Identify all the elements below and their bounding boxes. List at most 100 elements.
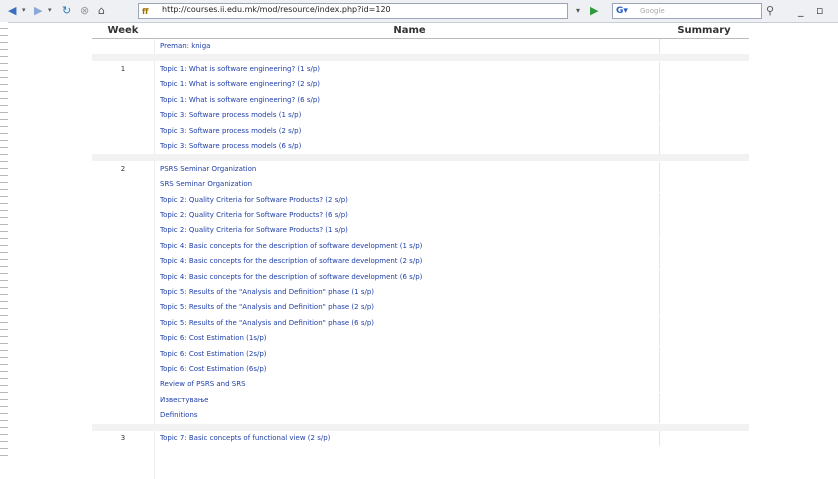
table-row: Topic 5: Results of the "Analysis and De…	[92, 300, 750, 316]
summary-cell	[659, 223, 750, 239]
table-row: Topic 1: What is software engineering? (…	[92, 92, 750, 108]
search-input[interactable]	[612, 3, 762, 19]
resource-link[interactable]: Известување	[160, 393, 208, 408]
week-cell: 3	[120, 434, 126, 443]
summary-cell	[659, 92, 750, 108]
resource-link[interactable]: Topic 6: Cost Estimation (2s/p)	[160, 347, 267, 362]
summary-cell	[659, 377, 750, 393]
resource-link[interactable]: Definitions	[160, 408, 198, 423]
table-row: Topic 2: Quality Criteria for Software P…	[92, 192, 750, 208]
resource-link[interactable]: PSRS Seminar Organization	[160, 162, 256, 177]
browser-toolbar: ◀ ▾ ▶ ▾ ↻ ⊗ ⌂ ff http://courses.ii.edu.m…	[0, 0, 838, 23]
resource-link[interactable]: Topic 5: Results of the "Analysis and De…	[160, 285, 374, 300]
maximize-icon[interactable]: ▫	[816, 3, 823, 18]
table-row: Известување	[92, 392, 750, 408]
table-row: Topic 3: Software process models (6 s/p)	[92, 138, 750, 154]
table-row: Topic 4: Basic concepts for the descript…	[92, 238, 750, 254]
table-row: Topic 6: Cost Estimation (6s/p)	[92, 362, 749, 377]
reload-icon[interactable]: ↻	[62, 3, 71, 18]
resource-link[interactable]: Topic 5: Results of the "Analysis and De…	[160, 300, 374, 315]
resource-link[interactable]: Topic 5: Results of the "Analysis and De…	[160, 316, 374, 331]
table-row: Topic 1: What is software engineering? (…	[92, 77, 750, 93]
summary-cell	[659, 77, 750, 93]
table-row: Topic 2: Quality Criteria for Software P…	[92, 223, 750, 239]
summary-cell	[659, 331, 750, 347]
summary-cell	[659, 138, 750, 154]
url-text[interactable]: http://courses.ii.edu.mk/mod/resource/in…	[162, 5, 391, 15]
table-row: Topic 6: Cost Estimation (2s/p)	[92, 346, 749, 362]
table-row: SRS Seminar Organization	[92, 177, 750, 193]
search-engine-icon[interactable]: G▾	[616, 4, 628, 19]
summary-cell	[659, 123, 750, 139]
resource-link[interactable]: Review of PSRS and SRS	[160, 377, 246, 392]
home-icon[interactable]: ⌂	[98, 3, 105, 18]
table-row: 2 PSRS Seminar Organization	[92, 161, 750, 177]
table-row: Topic 4: Basic concepts for the descript…	[92, 254, 749, 270]
section-separator	[92, 54, 749, 62]
resource-link[interactable]: Topic 6: Cost Estimation (1s/p)	[160, 331, 267, 346]
address-dropdown-icon[interactable]: ▾	[576, 3, 580, 18]
resource-link[interactable]: Topic 3: Software process models (1 s/p)	[160, 108, 301, 123]
search-icon[interactable]: ⚲	[766, 3, 774, 18]
summary-cell	[659, 108, 750, 124]
summary-cell	[659, 161, 750, 177]
back-icon[interactable]: ◀	[8, 3, 16, 18]
summary-cell	[659, 177, 750, 193]
table-row: 1 Topic 1: What is software engineering? …	[92, 61, 750, 77]
minimize-icon[interactable]: _	[798, 3, 804, 18]
table-row: Definitions	[92, 408, 750, 424]
section-separator	[92, 423, 749, 431]
summary-cell	[659, 208, 750, 223]
resource-link[interactable]: Topic 2: Quality Criteria for Software P…	[160, 208, 348, 223]
go-icon[interactable]: ▶	[590, 3, 598, 18]
table-row: Topic 3: Software process models (1 s/p)	[92, 108, 750, 124]
resource-link[interactable]: Topic 4: Basic concepts for the descript…	[160, 270, 422, 285]
search-placeholder: Google	[640, 7, 665, 15]
resource-link[interactable]: Topic 2: Quality Criteria for Software P…	[160, 223, 348, 238]
back-dropdown-icon[interactable]: ▾	[22, 3, 26, 18]
forward-icon[interactable]: ▶	[34, 3, 42, 18]
summary-cell	[659, 431, 750, 447]
resource-link[interactable]: SRS Seminar Organization	[160, 177, 252, 192]
stop-icon[interactable]: ⊗	[80, 3, 89, 18]
summary-cell	[659, 192, 750, 208]
name-header[interactable]: Name	[160, 23, 659, 38]
left-border	[0, 22, 8, 456]
forward-dropdown-icon[interactable]: ▾	[48, 3, 52, 18]
week-header[interactable]: Week	[92, 23, 154, 38]
resource-link[interactable]: Topic 6: Cost Estimation (6s/p)	[160, 362, 267, 377]
section-separator	[92, 154, 749, 162]
summary-cell	[659, 315, 750, 331]
resource-link[interactable]: Topic 4: Basic concepts for the descript…	[160, 254, 422, 269]
summary-cell	[659, 269, 750, 285]
table-row: Topic 3: Software process models (2 s/p)	[92, 123, 750, 139]
resource-link[interactable]: Topic 4: Basic concepts for the descript…	[160, 239, 422, 254]
resource-link[interactable]: Topic 1: What is software engineering? (…	[160, 93, 320, 108]
table-row: Topic 5: Results of the "Analysis and De…	[92, 315, 750, 331]
summary-cell	[659, 362, 750, 377]
summary-cell	[659, 39, 750, 54]
resource-link[interactable]: Topic 7: Basic concepts of functional vi…	[160, 431, 330, 446]
table-row: Topic 5: Results of the "Analysis and De…	[92, 285, 749, 300]
summary-header[interactable]: Summary	[659, 23, 749, 38]
resource-link[interactable]: Topic 1: What is software engineering? (…	[160, 77, 320, 92]
resource-link[interactable]: Topic 2: Quality Criteria for Software P…	[160, 193, 348, 208]
table-row: 3 Topic 7: Basic concepts of functional v…	[92, 431, 750, 447]
resource-link[interactable]: Topic 3: Software process models (6 s/p)	[160, 139, 301, 154]
week-cell: 1	[120, 64, 126, 73]
table-row: Topic 4: Basic concepts for the descript…	[92, 269, 750, 285]
summary-cell	[659, 238, 750, 254]
summary-cell	[659, 392, 750, 408]
table-row: Review of PSRS and SRS	[92, 377, 750, 393]
table-row: Preman: kniga	[92, 39, 749, 54]
resource-link[interactable]: Preman: kniga	[160, 39, 210, 54]
site-icon: ff	[142, 7, 149, 16]
summary-cell	[659, 285, 750, 300]
summary-cell	[659, 408, 750, 424]
resource-link[interactable]: Topic 1: What is software engineering? (…	[160, 62, 320, 77]
resource-link[interactable]: Topic 3: Software process models (2 s/p)	[160, 124, 301, 139]
week-cell: 2	[120, 164, 126, 173]
table-row: Topic 6: Cost Estimation (1s/p)	[92, 331, 750, 347]
summary-cell	[659, 300, 750, 316]
summary-cell	[659, 61, 750, 77]
